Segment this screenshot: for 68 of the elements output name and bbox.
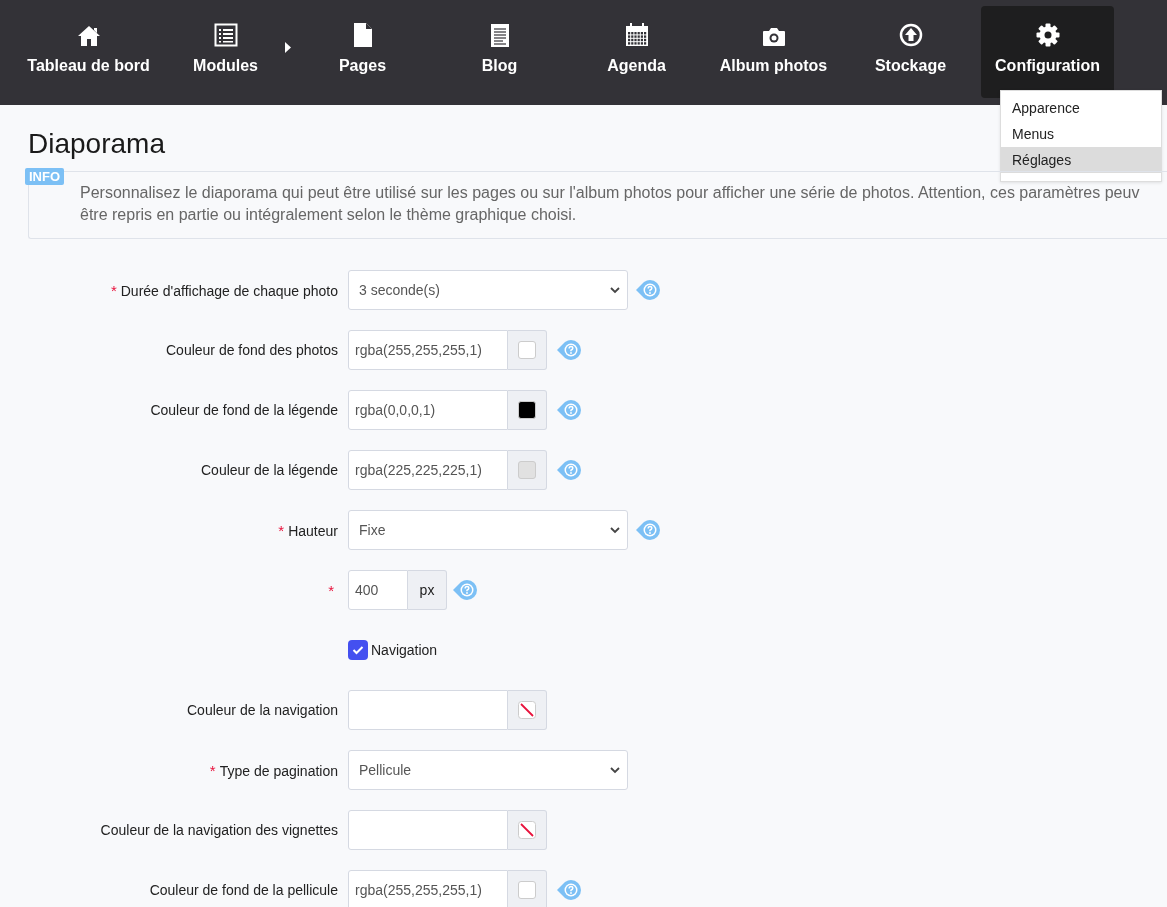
no-color-swatch	[518, 821, 536, 839]
page-title: Diaporama	[28, 127, 165, 161]
camera-icon	[761, 27, 786, 47]
color-field[interactable]: rgba(255,255,255,1)	[348, 870, 508, 907]
help-icon[interactable]	[557, 460, 581, 480]
info-text: Personnalisez le diaporama qui peut être utilisé sur les pages ou sur l'album photos pour afficher une série de photos. Attention, ces paramètres peuv être repris en partie ou intégralement selon le thème graphique choisi.	[80, 183, 1141, 225]
nav-tab[interactable]: Blog	[433, 6, 566, 98]
calendar-icon	[624, 23, 649, 47]
help-icon[interactable]	[557, 880, 581, 900]
checkbox-label: Navigation	[371, 642, 438, 658]
required-mark: *	[328, 581, 334, 599]
required-mark: *	[209, 761, 216, 779]
dropdown-select[interactable]: Fixe	[348, 510, 628, 550]
field-label: Couleur de la navigation	[187, 702, 338, 718]
field-label: Hauteur	[288, 522, 338, 539]
color-field[interactable]	[348, 690, 508, 730]
help-icon[interactable]	[636, 280, 660, 300]
no-color-swatch	[518, 701, 536, 719]
field-label: Couleur de la légende	[201, 462, 338, 478]
checkmark-icon	[352, 645, 364, 655]
number-field[interactable]: 400	[348, 570, 408, 610]
info-badge: INFO	[25, 168, 65, 185]
menu-item[interactable]: Réglages	[1001, 147, 1161, 173]
nav-tab[interactable]: Album photos	[707, 6, 840, 98]
nav-tab[interactable]: Modules	[159, 6, 292, 98]
help-icon[interactable]	[557, 400, 581, 420]
menu-item[interactable]: Menus	[1001, 121, 1161, 147]
dropdown-select[interactable]: Pellicule	[348, 750, 628, 790]
field-label: Type de pagination	[219, 762, 338, 779]
color-picker-button[interactable]	[508, 810, 547, 850]
upload-icon	[898, 23, 923, 47]
field-label: Couleur de fond de la légende	[150, 402, 338, 418]
nav-tab[interactable]: Stockage	[844, 6, 977, 98]
nav-tab[interactable]: Configuration	[981, 6, 1114, 98]
nav-tab[interactable]: Pages	[296, 6, 429, 98]
checkbox[interactable]	[348, 640, 368, 660]
document-icon	[352, 23, 373, 47]
field-label: Couleur de fond des photos	[166, 342, 338, 358]
menu-item[interactable]: Apparence	[1001, 95, 1161, 121]
color-picker-button[interactable]	[508, 690, 547, 730]
nav-tab[interactable]: Tableau de bord	[22, 6, 155, 98]
field-label: Couleur de la navigation des vignettes	[100, 822, 338, 838]
required-mark: *	[110, 281, 117, 299]
help-icon[interactable]	[636, 520, 660, 540]
color-field[interactable]	[348, 810, 508, 850]
color-picker-button[interactable]	[508, 870, 547, 907]
color-field[interactable]: rgba(255,255,255,1)	[348, 330, 508, 370]
unit-label: px	[408, 570, 447, 610]
list-icon	[213, 23, 238, 47]
color-picker-button[interactable]	[508, 450, 547, 490]
required-mark: *	[278, 521, 285, 539]
help-icon[interactable]	[453, 580, 477, 600]
chevron-down-icon	[609, 526, 621, 534]
color-picker-button[interactable]	[508, 330, 547, 370]
home-icon	[76, 25, 101, 47]
caret-icon	[285, 42, 291, 53]
notepad-icon	[489, 23, 510, 47]
color-field[interactable]: rgba(0,0,0,1)	[348, 390, 508, 430]
chevron-down-icon	[609, 766, 621, 774]
dropdown-select[interactable]: 3 seconde(s)	[348, 270, 628, 310]
field-label: Couleur de fond de la pellicule	[149, 882, 338, 898]
color-field[interactable]: rgba(225,225,225,1)	[348, 450, 508, 490]
chevron-down-icon	[609, 286, 621, 294]
color-picker-button[interactable]	[508, 390, 547, 430]
settings-icon	[1035, 23, 1060, 47]
field-label: Durée d'affichage de chaque photo	[120, 282, 338, 299]
help-icon[interactable]	[557, 340, 581, 360]
nav-tab[interactable]: Agenda	[570, 6, 703, 98]
